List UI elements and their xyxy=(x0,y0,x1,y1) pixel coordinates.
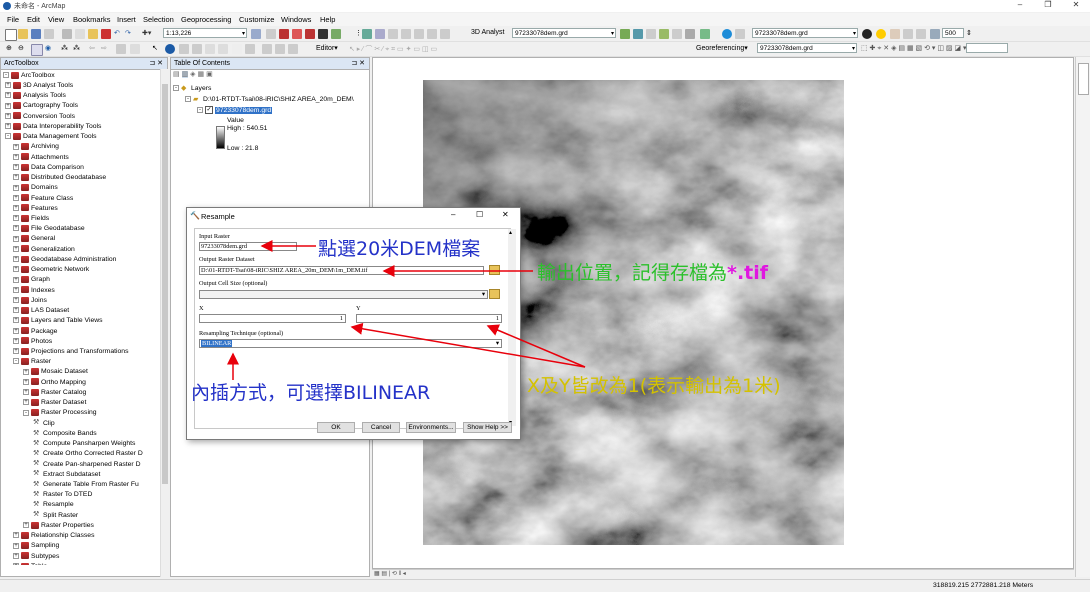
input-annotation: 點選20米DEM檔案 xyxy=(318,238,481,260)
coordinate-readout: 318819.215 2772881.218 Meters xyxy=(933,582,1034,589)
output-annotation-text: 輸出位置，記得存檔為 xyxy=(537,262,728,284)
xy-annotation: X及Y皆改為1(表示輸出為1米) xyxy=(527,375,781,397)
x-arrow xyxy=(350,322,586,368)
output-annotation-ext: *.tif xyxy=(727,262,769,284)
output-annotation: 輸出位置，記得存檔為*.tif xyxy=(537,258,768,285)
annotation-arrows xyxy=(227,240,586,380)
resample-annotation: 內插方式，可選擇BILINEAR xyxy=(191,382,431,404)
status-bar: 318819.215 2772881.218 Meters xyxy=(0,579,1090,592)
y-arrow xyxy=(486,324,586,368)
